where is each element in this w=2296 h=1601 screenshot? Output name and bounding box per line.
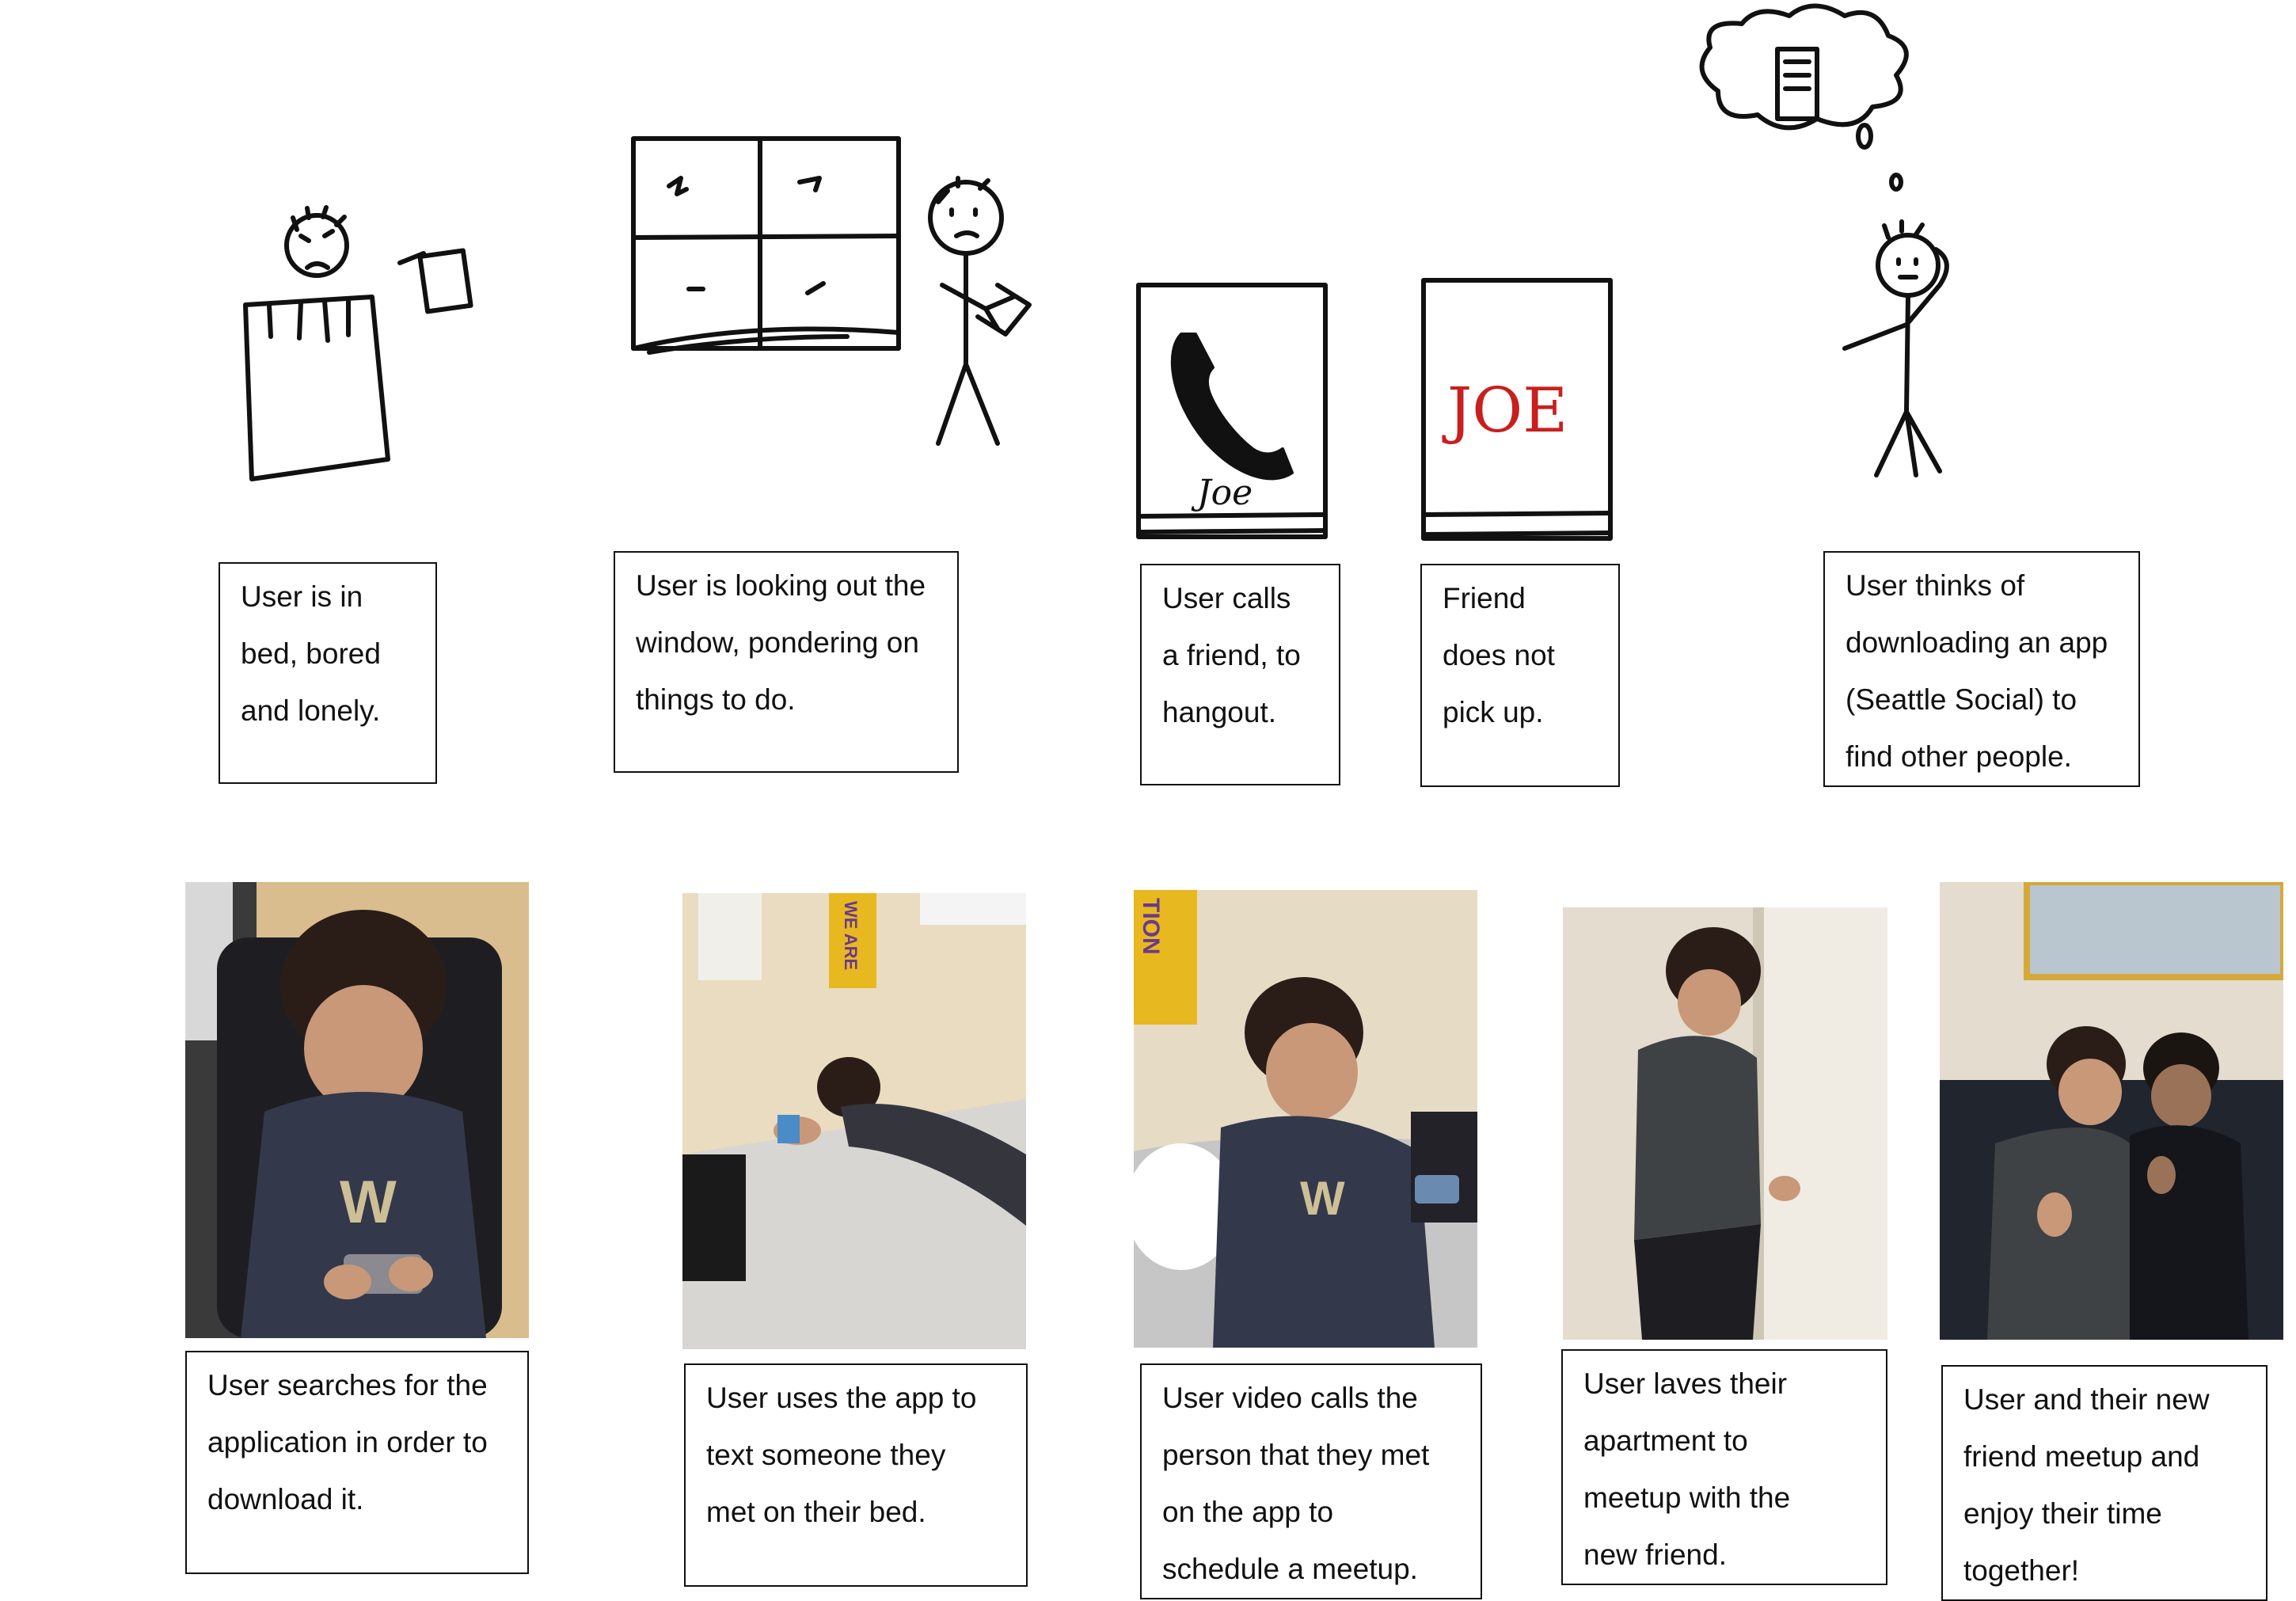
caption-photo-1: User searches for the application in ord…: [185, 1351, 529, 1574]
caption-sketch-1: User is in bed, bored and lonely.: [219, 562, 437, 784]
caption-photo-5: User and their new friend meetup and enj…: [1941, 1365, 2267, 1601]
bed-sketch: [243, 295, 390, 481]
caption-sketch-4: Friend does not pick up.: [1420, 564, 1620, 787]
person-head-sketch: [928, 180, 1004, 256]
caption-sketch-3: User calls a friend, to hangout.: [1140, 564, 1340, 785]
caption-sketch-2: User is looking out the window, ponderin…: [614, 551, 959, 773]
phone-label: Joe: [1191, 473, 1253, 513]
photo-video-call: TION W: [1134, 890, 1477, 1348]
phone-handset-icon: [1170, 333, 1294, 481]
photo-texting-on-bed: WE ARE: [682, 893, 1026, 1349]
photo-meetup-together: [1940, 882, 2283, 1340]
window-sketch: [631, 136, 901, 351]
picture-frame-sketch: [417, 248, 473, 314]
sketch-missed-call-screen: JOE: [1417, 269, 1617, 554]
banner-text: WE ARE: [841, 901, 861, 970]
photo-leaving-apartment: [1563, 907, 1887, 1340]
caption-sketch-5: User thinks of downloading an app (Seatt…: [1823, 551, 2140, 787]
caption-photo-2: User uses the app to text someone they m…: [684, 1363, 1028, 1587]
sketch-phone-calling: Joe: [1134, 279, 1333, 548]
screen-contact-name: JOE: [1442, 375, 1568, 447]
svg-text:W: W: [1300, 1172, 1345, 1225]
photo-searching-app: W: [185, 882, 529, 1338]
sketch-bored-in-bed: [222, 198, 491, 499]
thinker-head-sketch: [1876, 233, 1941, 298]
banner-text-2: TION: [1138, 898, 1164, 955]
thought-cloud-sketch: [1699, 3, 1909, 131]
sketch-thinking-of-app: [1678, 0, 1979, 491]
caption-photo-4: User laves their apartment to meetup wit…: [1561, 1349, 1887, 1585]
caption-photo-3: User video calls the person that they me…: [1140, 1363, 1482, 1599]
sketch-window-pondering: [625, 127, 1037, 459]
shirt-logo: W: [340, 1169, 397, 1236]
